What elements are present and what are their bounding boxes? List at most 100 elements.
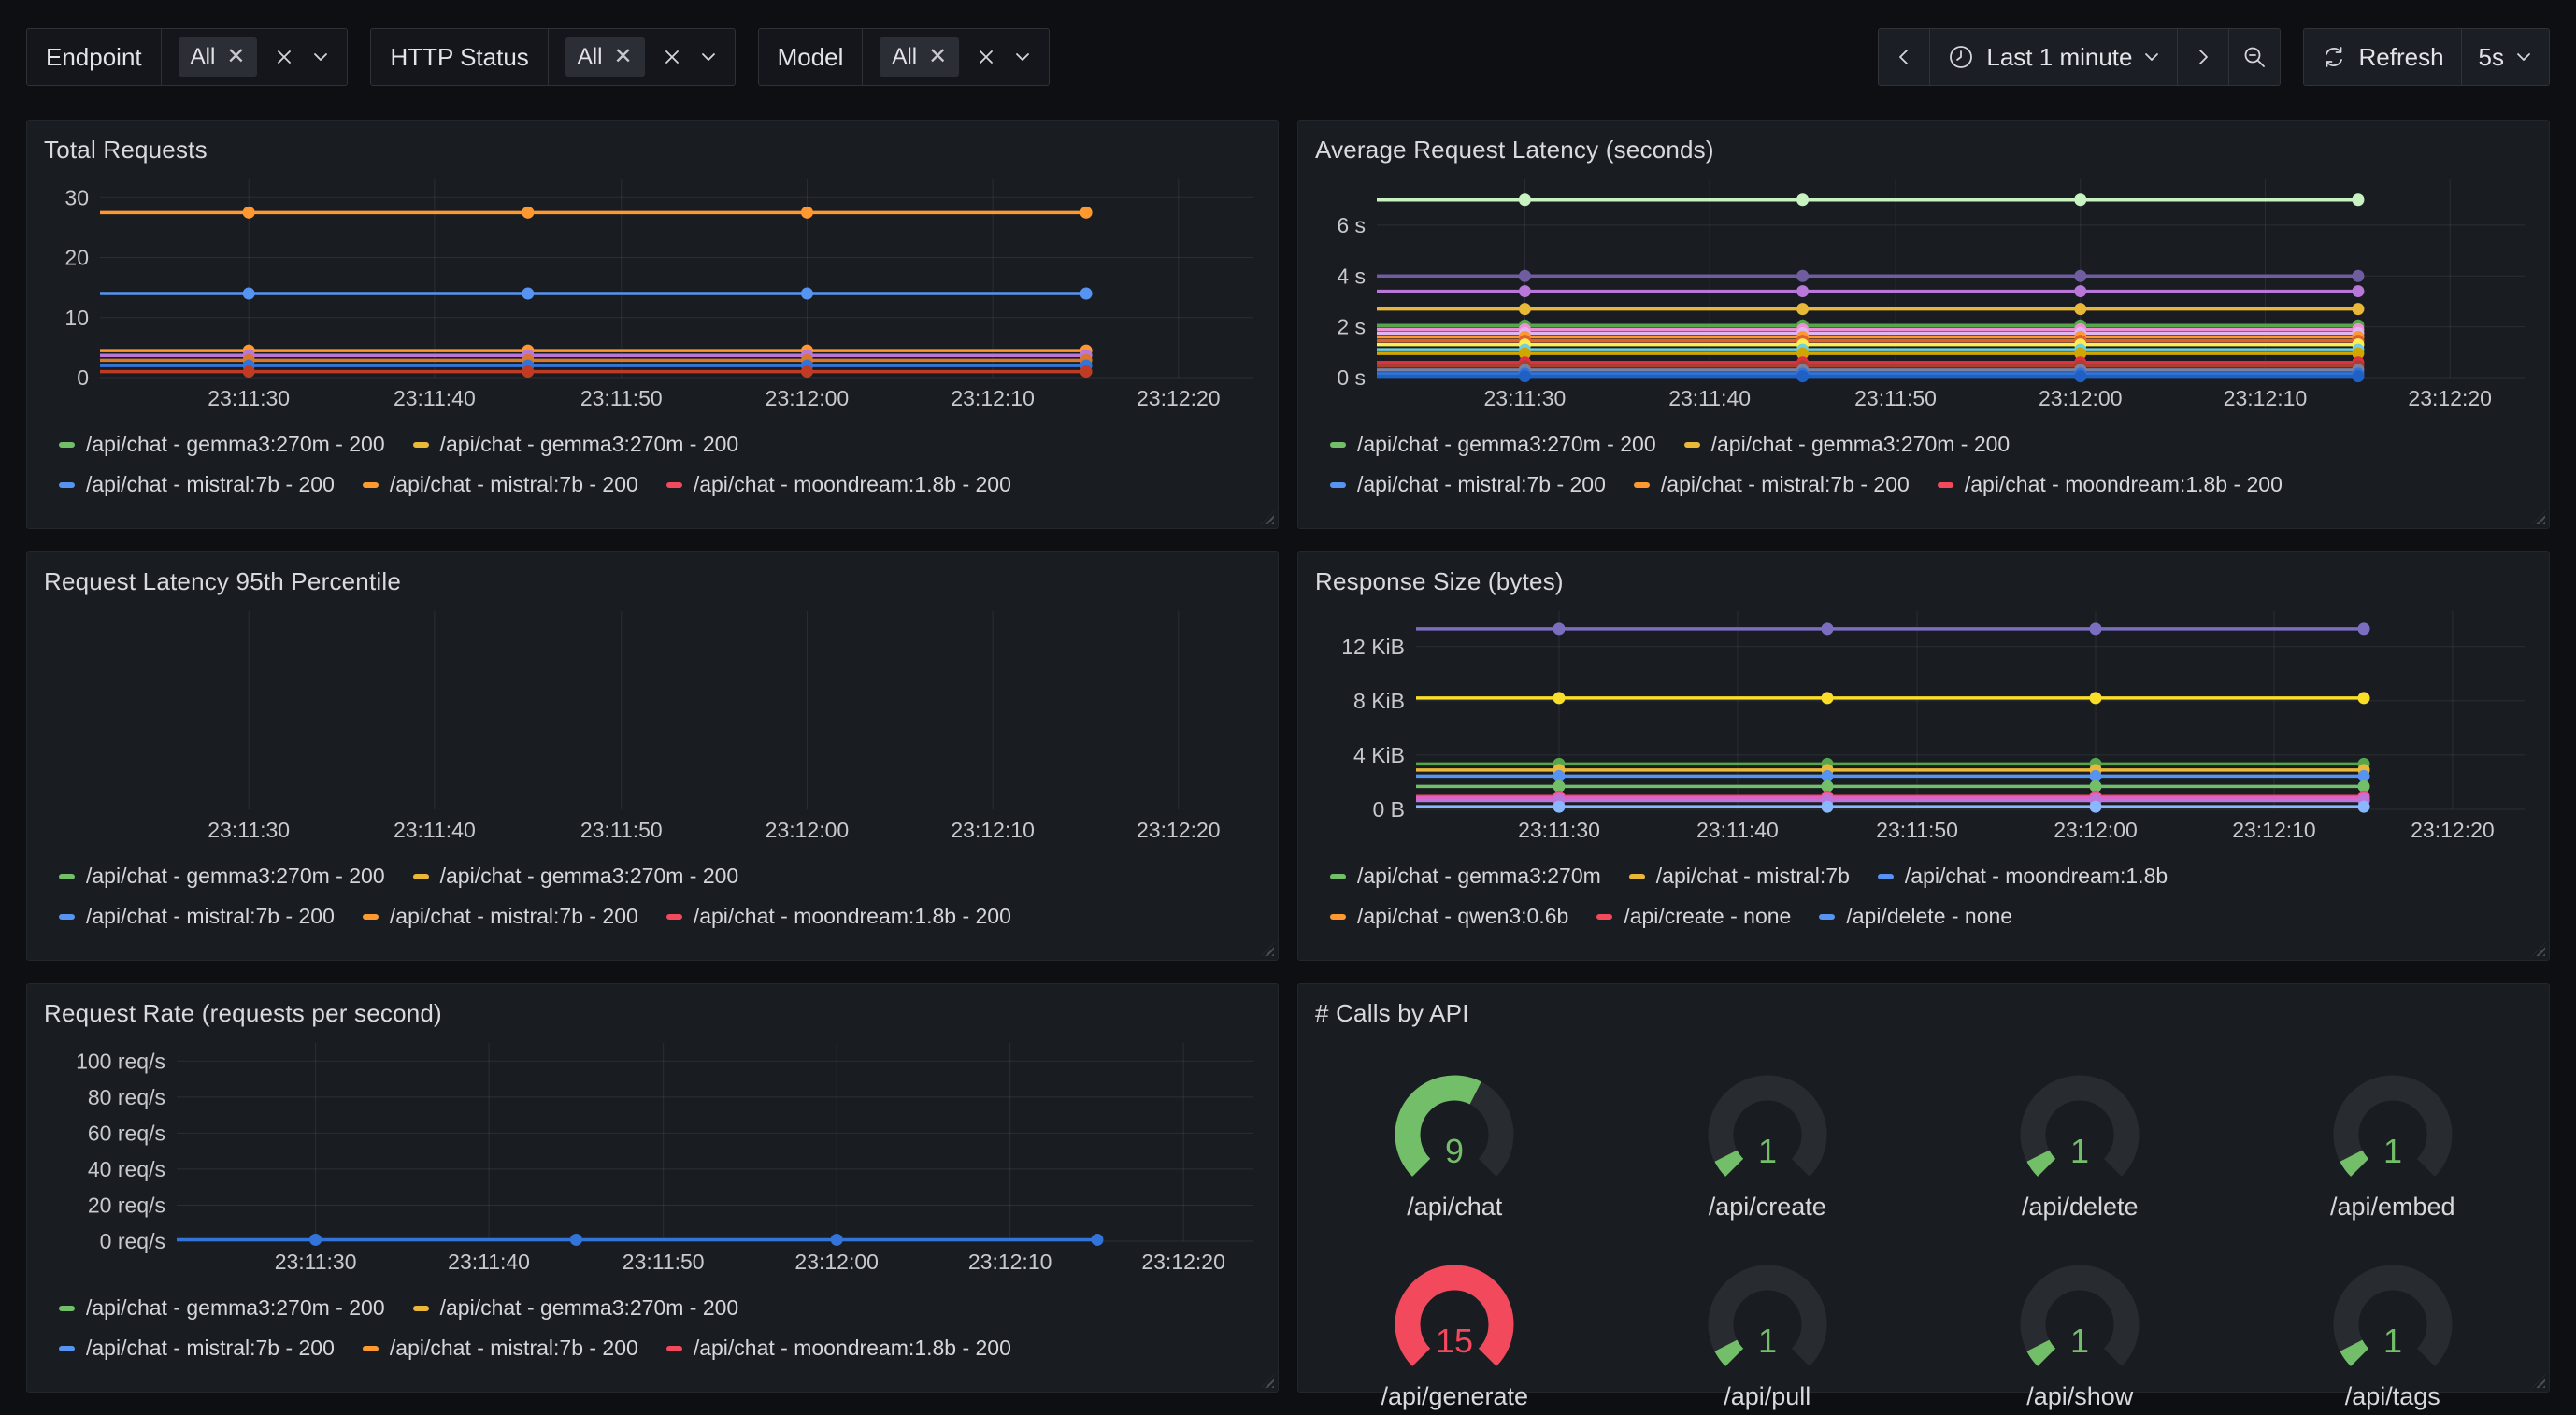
panel-title[interactable]: Average Request Latency (seconds) [1315,136,2549,164]
svg-text:23:11:30: 23:11:30 [275,1250,357,1274]
legend-item[interactable]: /api/create - none [1596,904,1791,929]
legend-label: /api/create - none [1624,904,1791,929]
legend-label: /api/chat - moondream:1.8b [1905,864,2168,889]
refresh-interval-picker[interactable]: 5s [2461,28,2550,86]
time-shift-forward-button[interactable] [2177,28,2229,86]
legend-item[interactable]: /api/chat - mistral:7b [1629,864,1850,889]
svg-text:8 KiB: 8 KiB [1353,689,1405,713]
legend-item[interactable]: /api/chat - moondream:1.8b - 200 [1938,472,2283,497]
svg-text:23:11:40: 23:11:40 [394,386,476,410]
filter-model[interactable]: Model All ✕ [758,28,1051,86]
chip-remove-icon[interactable]: ✕ [226,46,245,68]
legend-label: /api/chat - mistral:7b - 200 [390,1336,638,1361]
filter-http-status-chip[interactable]: All ✕ [565,37,645,77]
gauge-arc: 1 [2309,1250,2477,1382]
filter-clear-icon[interactable] [662,47,682,67]
legend-item[interactable]: /api/chat - mistral:7b - 200 [363,1336,638,1361]
legend-item[interactable]: /api/chat - qwen3:0.6b [1330,904,1568,929]
legend-item[interactable]: /api/chat - gemma3:270m - 200 [59,432,385,457]
svg-text:23:11:50: 23:11:50 [580,386,663,410]
panel-title[interactable]: Total Requests [44,136,1278,164]
legend-item[interactable]: /api/chat - mistral:7b - 200 [1634,472,1910,497]
panel-resize-handle[interactable] [1261,511,1274,524]
panel-title[interactable]: Request Latency 95th Percentile [44,567,1278,596]
time-range-picker[interactable]: Last 1 minute [1929,28,2178,86]
svg-text:23:11:50: 23:11:50 [580,818,663,842]
legend-row: /api/chat - mistral:7b - 200/api/chat - … [1330,472,2534,497]
gauge-api-pull: 1/api/pull [1611,1250,1925,1411]
svg-text:6 s: 6 s [1337,213,1366,237]
legend-item[interactable]: /api/chat - gemma3:270m - 200 [1330,432,1656,457]
panel-average-request-latency: Average Request Latency (seconds) 23:11:… [1297,120,2550,529]
filter-clear-icon[interactable] [274,47,294,67]
svg-text:60 req/s: 60 req/s [88,1121,165,1145]
legend-item[interactable]: /api/chat - mistral:7b - 200 [59,904,335,929]
legend-item[interactable]: /api/chat - gemma3:270m - 200 [413,864,739,889]
svg-text:2 s: 2 s [1337,315,1366,339]
gauge-arc: 1 [1996,1250,2164,1382]
chevron-down-icon[interactable] [699,50,718,64]
panel-calls-by-api: # Calls by API 9/api/chat1/api/create1/a… [1297,983,2550,1393]
legend-label: /api/chat - gemma3:270m - 200 [440,1295,739,1321]
filter-endpoint[interactable]: Endpoint All ✕ [26,28,348,86]
legend-item[interactable]: /api/chat - moondream:1.8b - 200 [666,904,1011,929]
filter-clear-icon[interactable] [976,47,996,67]
panel-resize-handle[interactable] [2532,511,2545,524]
legend-label: /api/chat - gemma3:270m - 200 [86,864,385,889]
zoom-out-button[interactable] [2228,28,2281,86]
filter-http-status[interactable]: HTTP Status All ✕ [370,28,735,86]
svg-text:23:12:20: 23:12:20 [2411,818,2495,842]
legend-item[interactable]: /api/chat - gemma3:270m - 200 [59,1295,385,1321]
chevron-down-icon[interactable] [1013,50,1032,64]
panel-response-size: Response Size (bytes) 23:11:3023:11:4023… [1297,551,2550,961]
filter-http-status-label: HTTP Status [371,29,548,85]
refresh-button[interactable]: Refresh [2303,28,2461,86]
filter-endpoint-chip[interactable]: All ✕ [179,37,258,77]
panel-title[interactable]: Request Rate (requests per second) [44,999,1278,1028]
time-range-label: Last 1 minute [1986,43,2132,72]
time-shift-back-button[interactable] [1878,28,1930,86]
panel-request-latency-95th: Request Latency 95th Percentile 23:11:30… [26,551,1279,961]
legend-item[interactable]: /api/delete - none [1819,904,2012,929]
legend-item[interactable]: /api/chat - moondream:1.8b - 200 [666,472,1011,497]
legend-swatch [1629,874,1645,879]
gauge-title: /api/create [1709,1193,1826,1222]
chip-remove-icon[interactable]: ✕ [613,46,632,68]
legend-item[interactable]: /api/chat - gemma3:270m - 200 [1684,432,2011,457]
panel-resize-handle[interactable] [1261,943,1274,956]
gauge-title: /api/show [2026,1382,2133,1411]
gauge-title: /api/delete [2022,1193,2139,1222]
legend-swatch [59,482,75,488]
panel-resize-handle[interactable] [2532,943,2545,956]
legend-item[interactable]: /api/chat - mistral:7b - 200 [363,472,638,497]
chip-remove-icon[interactable]: ✕ [928,46,947,68]
filter-endpoint-label: Endpoint [27,29,162,85]
legend-item[interactable]: /api/chat - mistral:7b - 200 [59,472,335,497]
gauge-value: 1 [2070,1132,2089,1170]
legend-item[interactable]: /api/chat - mistral:7b - 200 [59,1336,335,1361]
svg-text:23:12:10: 23:12:10 [951,818,1035,842]
svg-text:0 B: 0 B [1372,797,1405,822]
legend-swatch [1330,442,1346,448]
legend-item[interactable]: /api/chat - gemma3:270m [1330,864,1601,889]
panel-resize-handle[interactable] [1261,1375,1274,1388]
legend-item[interactable]: /api/chat - gemma3:270m - 200 [413,432,739,457]
chevron-down-icon[interactable] [311,50,330,64]
legend-row: /api/chat - mistral:7b - 200/api/chat - … [59,904,1263,929]
legend-label: /api/chat - mistral:7b - 200 [390,904,638,929]
legend: /api/chat - gemma3:270m - 200/api/chat -… [1330,432,2534,497]
gauge-value: 1 [1758,1132,1777,1170]
filter-model-chip[interactable]: All ✕ [880,37,959,77]
legend-item[interactable]: /api/chat - gemma3:270m - 200 [59,864,385,889]
legend-item[interactable]: /api/chat - gemma3:270m - 200 [413,1295,739,1321]
svg-text:23:12:00: 23:12:00 [2054,818,2138,842]
svg-text:23:11:30: 23:11:30 [1483,386,1566,410]
legend-item[interactable]: /api/chat - mistral:7b - 200 [363,904,638,929]
legend-item[interactable]: /api/chat - moondream:1.8b [1878,864,2168,889]
svg-text:40 req/s: 40 req/s [88,1157,165,1181]
legend-item[interactable]: /api/chat - moondream:1.8b - 200 [666,1336,1011,1361]
legend-item[interactable]: /api/chat - mistral:7b - 200 [1330,472,1606,497]
panel-title[interactable]: # Calls by API [1315,999,2549,1028]
svg-text:23:12:20: 23:12:20 [1137,386,1221,410]
panel-title[interactable]: Response Size (bytes) [1315,567,2549,596]
